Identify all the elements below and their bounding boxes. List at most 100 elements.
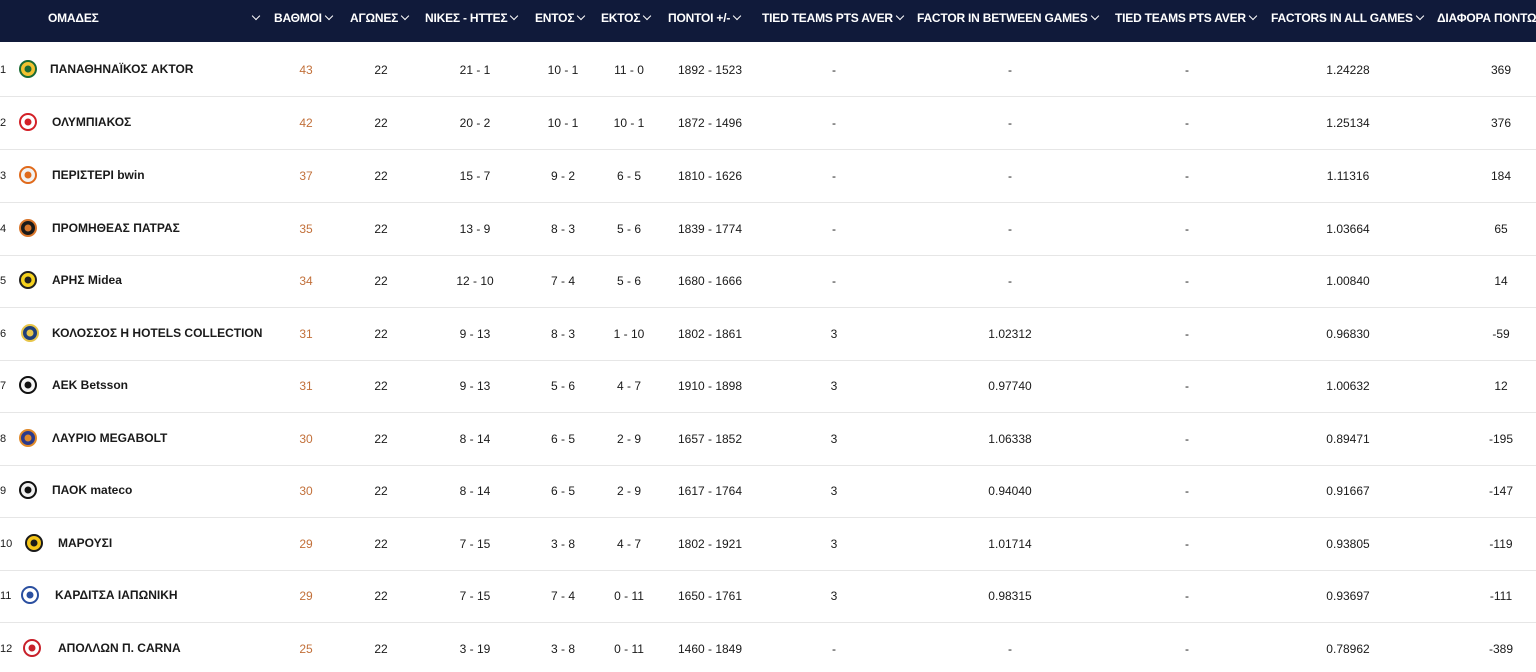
header-games[interactable]: ΑΓΩΝΕΣ [350, 0, 410, 36]
chevron-down-icon [324, 11, 334, 21]
position-cell: 7 [0, 380, 7, 392]
table-row[interactable]: 9 ΠΑΟΚ mateco 30 22 8 - 14 6 - 5 2 - 9 1617 - 1… [0, 465, 1536, 518]
team-name-link[interactable]: ΠΑΝΑΘΗΝΑΪΚΟΣ AKTOR [50, 44, 193, 94]
factor-between-cell: - [1008, 222, 1012, 236]
away-record-cell: 0 - 11 [614, 642, 644, 656]
header-away[interactable]: ΕΚΤΟΣ [601, 0, 652, 36]
games-cell: 22 [374, 116, 388, 130]
position-cell: 12 [0, 643, 13, 655]
factors-all-cell: 1.00632 [1326, 379, 1370, 393]
games-cell: 22 [374, 379, 388, 393]
home-record-cell: 6 - 5 [550, 432, 576, 446]
team-name-link[interactable]: ΠΕΡΙΣΤΕΡΙ bwin [52, 150, 145, 200]
header-team[interactable]: ΟΜΑΔΕΣ [48, 0, 99, 36]
header-factors-all[interactable]: FACTORS IN ALL GAMES [1271, 0, 1425, 36]
home-record-cell: 7 - 4 [550, 274, 576, 288]
points-diff-cell: -147 [1488, 484, 1514, 498]
apollon-logo [22, 637, 42, 659]
factor-between-cell: - [1008, 116, 1012, 130]
header-games-label: ΑΓΩΝΕΣ [350, 11, 399, 25]
points-for-against-cell: 1839 - 1774 [677, 222, 743, 236]
header-away-label: ΕΚΤΟΣ [601, 11, 641, 25]
karditsa-logo [20, 584, 40, 606]
header-tied-pts-1[interactable]: TIED TEAMS PTS AVER [762, 0, 905, 36]
games-cell: 22 [374, 169, 388, 183]
wins-losses-cell: 13 - 9 [459, 222, 491, 236]
team-name-link[interactable]: AEK Betsson [52, 360, 128, 410]
table-row[interactable]: 2 ΟΛΥΜΠΙΑΚΟΣ 42 22 20 - 2 10 - 1 10 - 1 1872 - … [0, 97, 1536, 150]
points-cell: 31 [299, 327, 313, 341]
position-cell: 3 [0, 170, 7, 182]
tied-pts-aver-2-cell: - [1185, 274, 1189, 288]
points-for-against-cell: 1657 - 1852 [677, 432, 743, 446]
header-diff-label: ΔΙΑΦΟΡΑ ΠΟΝΤΩΝ [1437, 11, 1536, 25]
team-name-link[interactable]: ΜΑΡΟΥΣΙ [58, 518, 112, 568]
team-name-link[interactable]: ΟΛΥΜΠΙΑΚΟΣ [52, 97, 131, 147]
tied-pts-aver-2-cell: - [1185, 484, 1189, 498]
home-record-cell: 10 - 1 [547, 116, 579, 130]
team-name-link[interactable]: ΑΠΟΛΛΩΝ Π. CARNA [58, 623, 181, 672]
points-cell: 35 [299, 222, 313, 236]
table-row[interactable]: 5 ΑΡΗΣ Midea 34 22 12 - 10 7 - 4 5 - 6 1680 - 1… [0, 255, 1536, 308]
table-row[interactable]: 3 ΠΕΡΙΣΤΕΡΙ bwin 37 22 15 - 7 9 - 2 6 - 5 1810 … [0, 150, 1536, 203]
position-cell: 2 [0, 117, 7, 129]
chevron-down-icon [1415, 11, 1425, 21]
header-tied1-label: TIED TEAMS PTS AVER [762, 11, 893, 25]
team-name-link[interactable]: ΛΑΥΡΙΟ MEGABOLT [52, 413, 167, 463]
tied-pts-aver-cell: - [832, 222, 836, 236]
table-row[interactable]: 8 ΛΑΥΡΙΟ MEGABOLT 30 22 8 - 14 6 - 5 2 - 9 1657… [0, 413, 1536, 466]
table-row[interactable]: 11 ΚΑΡΔΙΤΣΑ ΙΑΠΩΝΙΚΗ 29 22 7 - 15 7 - 4 0 - 11… [0, 570, 1536, 623]
tied-pts-aver-2-cell: - [1185, 379, 1189, 393]
team-name-link[interactable]: ΚΑΡΔΙΤΣΑ ΙΑΠΩΝΙΚΗ [55, 570, 178, 620]
table-row[interactable]: 7 AEK Betsson 31 22 9 - 13 5 - 6 4 - 7 1910 - 1… [0, 360, 1536, 413]
table-row[interactable]: 6 ΚΟΛΟΣΣΟΣ H HOTELS COLLECTION 31 22 9 - 13 8… [0, 308, 1536, 361]
table-row[interactable]: 12 ΑΠΟΛΛΩΝ Π. CARNA 25 22 3 - 19 3 - 8 0 - 11 1… [0, 623, 1536, 672]
header-wins-losses[interactable]: ΝΙΚΕΣ - ΗΤΤΕΣ [425, 0, 519, 36]
position-cell: 10 [0, 538, 13, 550]
tied-pts-aver-cell: - [832, 116, 836, 130]
table-row[interactable]: 1 ΠΑΝΑΘΗΝΑΪΚΟΣ AKTOR 43 22 21 - 1 10 - 1 11 - … [0, 44, 1536, 97]
header-diff[interactable]: ΔΙΑΦΟΡΑ ΠΟΝΤΩΝ [1437, 0, 1536, 36]
points-for-against-cell: 1802 - 1861 [677, 327, 743, 341]
points-cell: 30 [299, 484, 313, 498]
points-for-against-cell: 1802 - 1921 [677, 537, 743, 551]
header-points-label: ΒΑΘΜΟΙ [274, 11, 322, 25]
aris-logo [18, 269, 38, 291]
tied-pts-aver-2-cell: - [1185, 589, 1189, 603]
position-cell: 11 [0, 590, 12, 602]
points-diff-cell: -59 [1492, 327, 1510, 341]
team-name-link[interactable]: ΠΑΟΚ mateco [52, 465, 132, 515]
home-record-cell: 6 - 5 [550, 484, 576, 498]
points-cell: 34 [299, 274, 313, 288]
points-for-against-cell: 1892 - 1523 [677, 63, 743, 77]
factors-all-cell: 1.11316 [1326, 169, 1370, 183]
table-row[interactable]: 4 ΠΡΟΜΗΘΕΑΣ ΠΑΤΡΑΣ 35 22 13 - 9 8 - 3 5 - 6 183… [0, 203, 1536, 256]
team-name-link[interactable]: ΑΡΗΣ Midea [52, 255, 122, 305]
position-cell: 5 [0, 275, 7, 287]
header-points[interactable]: ΒΑΘΜΟΙ [274, 0, 334, 36]
points-diff-cell: -389 [1488, 642, 1514, 656]
header-team-sort[interactable] [249, 0, 261, 36]
games-cell: 22 [374, 589, 388, 603]
header-tied-pts-2[interactable]: TIED TEAMS PTS AVER [1115, 0, 1258, 36]
tied-pts-aver-cell: 3 [830, 327, 838, 341]
header-tied2-label: TIED TEAMS PTS AVER [1115, 11, 1246, 25]
table-row[interactable]: 10 ΜΑΡΟΥΣΙ 29 22 7 - 15 3 - 8 4 - 7 1802 - 1921… [0, 518, 1536, 571]
tied-pts-aver-cell: - [832, 642, 836, 656]
tied-pts-aver-cell: 3 [830, 589, 838, 603]
team-name-link[interactable]: ΚΟΛΟΣΣΟΣ H HOTELS COLLECTION [52, 308, 262, 358]
tied-pts-aver-2-cell: - [1185, 116, 1189, 130]
tied-pts-aver-2-cell: - [1185, 222, 1189, 236]
table-header: ΟΜΑΔΕΣ ΒΑΘΜΟΙ ΑΓΩΝΕΣ ΝΙΚΕΣ - ΗΤΤΕΣ ΕΝΤΟΣ… [0, 0, 1536, 42]
position-cell: 8 [0, 433, 7, 445]
header-home[interactable]: ΕΝΤΟΣ [535, 0, 586, 36]
wins-losses-cell: 9 - 13 [459, 379, 491, 393]
header-factor-between[interactable]: FACTOR IN BETWEEN GAMES [917, 0, 1099, 36]
points-cell: 37 [299, 169, 313, 183]
factors-all-cell: 0.93697 [1326, 589, 1370, 603]
wins-losses-cell: 8 - 14 [459, 484, 491, 498]
factors-all-cell: 0.96830 [1326, 327, 1370, 341]
header-points-diff[interactable]: ΠΟΝΤΟΙ +/- [668, 0, 742, 36]
games-cell: 22 [374, 432, 388, 446]
team-name-link[interactable]: ΠΡΟΜΗΘΕΑΣ ΠΑΤΡΑΣ [52, 203, 180, 253]
